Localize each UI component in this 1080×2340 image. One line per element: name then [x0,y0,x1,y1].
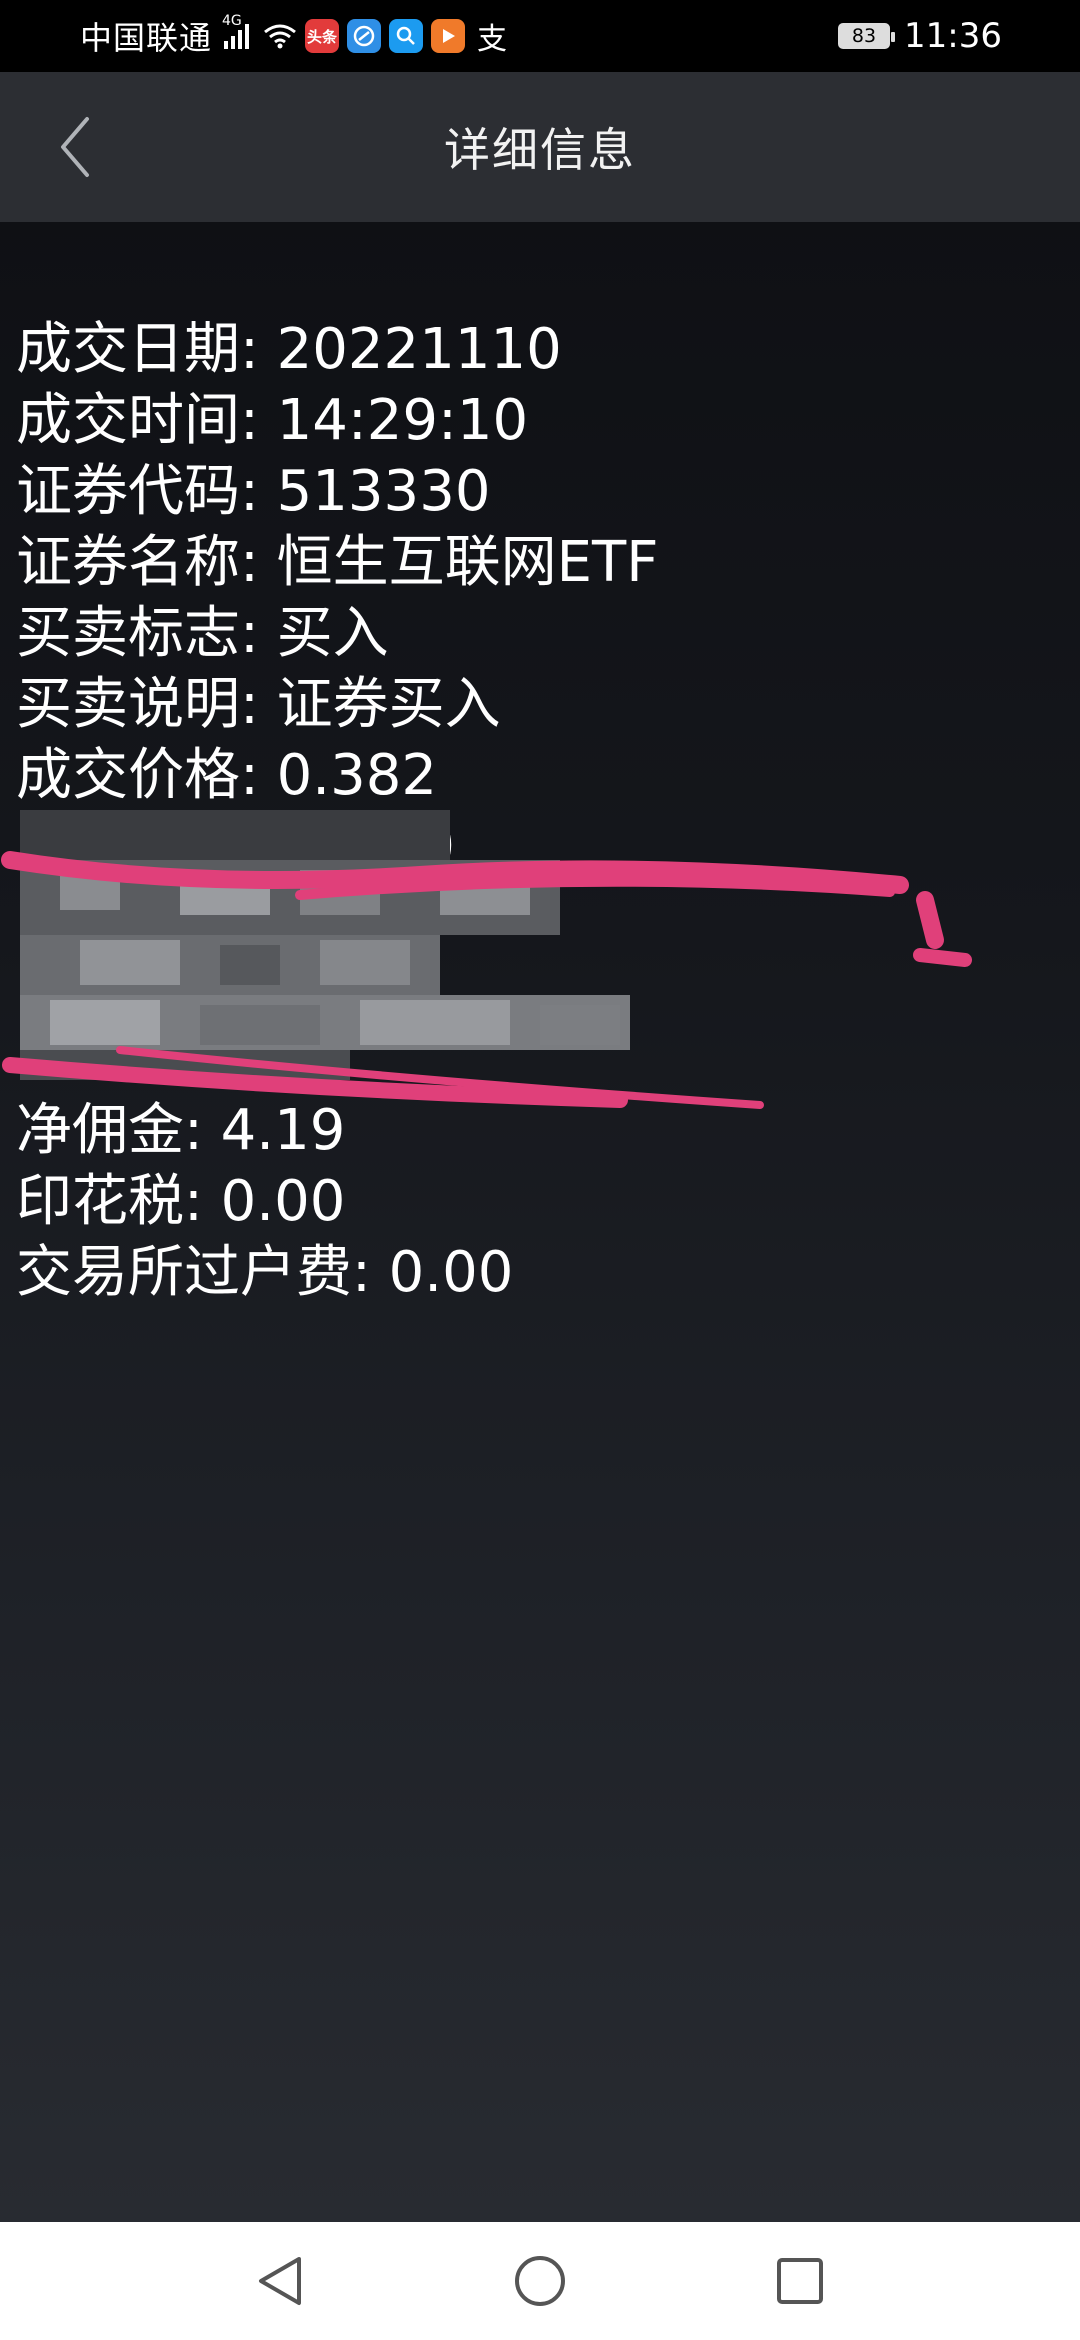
title-bar: 详细信息 [0,72,1080,222]
detail-label: 成交日期 [16,317,240,382]
detail-label: 证券名称 [16,530,240,595]
nav-back-button[interactable] [240,2241,320,2321]
triangle-back-icon [259,2257,301,2305]
detail-value: 53000 [276,814,455,879]
cellular-signal-icon: 4G [222,13,250,49]
detail-label: 交易所过户费 [16,1240,352,1305]
nav-recents-button[interactable] [760,2241,840,2321]
detail-row-commission: 净佣金: 4.19 [16,1098,346,1163]
detail-label: 净佣金 [16,1098,184,1163]
detail-value: 0.00 [220,1169,346,1234]
carrier-name: 中国联通 [80,19,213,57]
detail-label: 成交价格 [16,743,240,808]
detail-label: 成交时间 [16,388,240,453]
detail-value: 14:29:10 [276,388,529,453]
circle-home-icon [515,2256,565,2306]
status-bar-right: 83 11:36 [838,16,1002,56]
detail-label: 买卖说明 [16,672,240,737]
battery-icon: 83 [838,23,896,49]
detail-list: 成交日期: 20221110 成交时间: 14:29:10 证券代码: 5133… [16,314,1056,1308]
toutiao-app-icon: 头条 [305,19,340,53]
detail-label: 买卖标志 [16,601,240,666]
detail-value: 20221110 [276,317,562,382]
detail-value: 0.382 [276,743,437,808]
redacted-rows [16,882,1056,1095]
detail-value: 买入 [276,601,389,666]
detail-value: 恒生互联网ETF [276,530,659,595]
detail-value: 4.19 [220,1098,346,1163]
network-type: 4G [222,13,242,29]
wifi-icon [264,24,296,49]
detail-label: 证券代码 [16,459,240,524]
detail-row-security-code: 证券代码: 513330 [16,459,491,524]
detail-value: 513330 [276,459,491,524]
chevron-left-icon [61,117,89,177]
detail-row-trade-date: 成交日期: 20221110 [16,317,562,382]
detail-row-trade-time: 成交时间: 14:29:10 [16,388,529,453]
clock: 11:36 [904,16,1002,56]
page-title: 详细信息 [444,123,636,177]
square-recents-icon [777,2258,823,2304]
detail-value: 0.00 [388,1240,514,1305]
detail-row-trade-quantity: 成交数量: 53000 [16,814,455,879]
nav-home-button[interactable] [500,2241,580,2321]
detail-row-trade-desc: 买卖说明: 证券买入 [16,672,501,737]
back-button[interactable] [40,110,110,184]
status-bar: 中国联通 4G 头条 支 83 11:36 [0,0,1080,72]
detail-row-transfer-fee: 交易所过户费: 0.00 [16,1240,514,1305]
detail-row-stamp-tax: 印花税: 0.00 [16,1169,346,1234]
alipay-icon: 支 [477,22,508,57]
detail-value: 证券买入 [276,672,501,737]
detail-label: 成交数量 [16,814,240,879]
search-app-icon [389,19,424,53]
detail-row-trade-flag: 买卖标志: 买入 [16,601,389,666]
status-bar-left: 中国联通 4G 头条 支 [80,13,838,59]
video-app-icon [431,19,466,53]
detail-row-trade-price: 成交价格: 0.382 [16,743,437,808]
detail-label: 印花税 [16,1169,184,1234]
system-navigation-bar [0,2222,1080,2340]
browser-app-icon [347,19,382,53]
detail-row-security-name: 证券名称: 恒生互联网ETF [16,530,659,595]
